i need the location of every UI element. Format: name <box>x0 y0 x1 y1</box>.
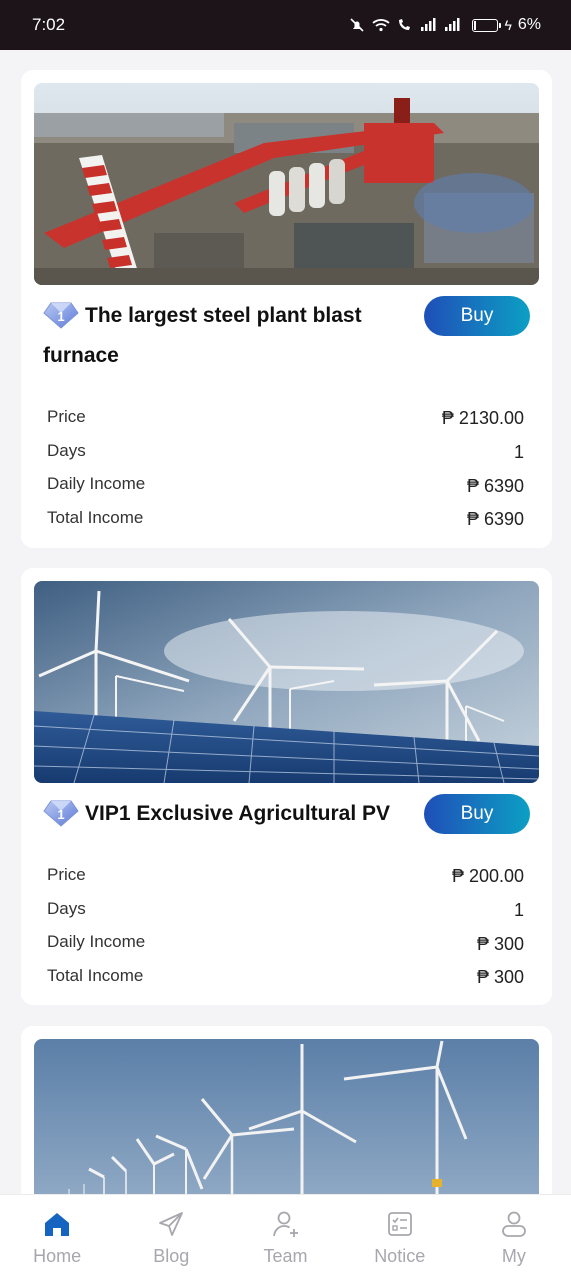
info-row-days: Days 1 <box>47 434 524 468</box>
signal-icon-2 <box>445 18 460 31</box>
price-value: ₱ 2130.00 <box>441 408 524 429</box>
product-title: The largest steel plant blast furnace <box>43 304 362 367</box>
tab-home[interactable]: Home <box>0 1195 114 1280</box>
volte-call-icon <box>399 19 411 30</box>
status-icons: ϟ 6% <box>348 16 541 34</box>
product-title-row: 1 The largest steel plant blast furnace … <box>43 296 530 376</box>
home-icon <box>45 1213 70 1236</box>
days-label: Days <box>47 898 86 918</box>
product-info: Price ₱ 2130.00 Days 1 Daily Income ₱ 63… <box>47 400 524 535</box>
tab-label-my: My <box>501 1246 526 1266</box>
battery-percent: 6% <box>517 16 541 33</box>
mute-icon <box>350 18 365 32</box>
person-icon <box>502 1211 526 1237</box>
tab-my[interactable]: My <box>457 1195 571 1280</box>
info-row-total-income: Total Income ₱ 300 <box>47 959 524 993</box>
info-row-days: Days 1 <box>47 892 524 926</box>
product-card <box>21 1026 552 1194</box>
product-card: 1 The largest steel plant blast furnace … <box>21 70 552 548</box>
battery-icon <box>472 18 502 32</box>
total-income-value: ₱ 6390 <box>466 509 524 530</box>
product-card: 1 VIP1 Exclusive Agricultural PV Buy Pri… <box>21 568 552 1005</box>
tab-label-home: Home <box>33 1246 82 1266</box>
gem-level-icon: 1 <box>43 800 79 827</box>
tab-label-team: Team <box>263 1246 308 1266</box>
info-row-price: Price ₱ 2130.00 <box>47 400 524 434</box>
days-label: Days <box>47 440 86 460</box>
product-info: Price ₱ 200.00 Days 1 Daily Income ₱ 300… <box>47 858 524 993</box>
wifi-icon <box>372 19 391 32</box>
user-add-icon <box>272 1211 298 1237</box>
total-income-label: Total Income <box>47 507 144 527</box>
svg-text:1: 1 <box>57 309 64 324</box>
charging-icon: ϟ <box>504 17 512 33</box>
total-income-value: ₱ 300 <box>476 967 524 988</box>
product-image-steel-plant <box>34 83 539 285</box>
price-value: ₱ 200.00 <box>451 866 524 887</box>
tab-blog[interactable]: Blog <box>114 1195 228 1280</box>
status-bar: 7:02 ϟ 6% <box>0 0 571 50</box>
daily-income-value: ₱ 300 <box>476 933 524 954</box>
days-value: 1 <box>513 442 524 463</box>
product-list[interactable]: 1 The largest steel plant blast furnace … <box>0 50 571 1194</box>
status-time: 7:02 <box>32 15 66 34</box>
daily-income-label: Daily Income <box>47 932 146 952</box>
buy-button[interactable]: Buy <box>424 296 530 336</box>
total-income-label: Total Income <box>47 965 144 985</box>
product-title: VIP1 Exclusive Agricultural PV <box>85 802 391 825</box>
price-label: Price <box>47 406 86 426</box>
daily-income-label: Daily Income <box>47 474 146 494</box>
info-row-daily-income: Daily Income ₱ 300 <box>47 925 524 959</box>
signal-icon <box>421 18 436 31</box>
bottom-tab-bar: Home Blog Team Notice My <box>0 1194 571 1280</box>
paper-plane-icon <box>159 1212 184 1236</box>
price-label: Price <box>47 864 86 884</box>
info-row-price: Price ₱ 200.00 <box>47 858 524 892</box>
info-row-daily-income: Daily Income ₱ 6390 <box>47 467 524 501</box>
gem-level-icon: 1 <box>43 302 79 329</box>
daily-income-value: ₱ 6390 <box>466 475 524 496</box>
tab-team[interactable]: Team <box>228 1195 342 1280</box>
product-image-wind-farm <box>34 1039 539 1194</box>
tab-notice[interactable]: Notice <box>343 1195 457 1280</box>
product-image-agricultural-pv <box>34 581 539 783</box>
days-value: 1 <box>513 900 524 921</box>
svg-text:1: 1 <box>57 807 64 822</box>
checklist-icon <box>387 1212 412 1236</box>
info-row-total-income: Total Income ₱ 6390 <box>47 501 524 535</box>
product-title-row: 1 VIP1 Exclusive Agricultural PV Buy <box>43 794 530 834</box>
buy-button[interactable]: Buy <box>424 794 530 834</box>
tab-label-notice: Notice <box>374 1246 426 1266</box>
tab-label-blog: Blog <box>153 1246 190 1266</box>
